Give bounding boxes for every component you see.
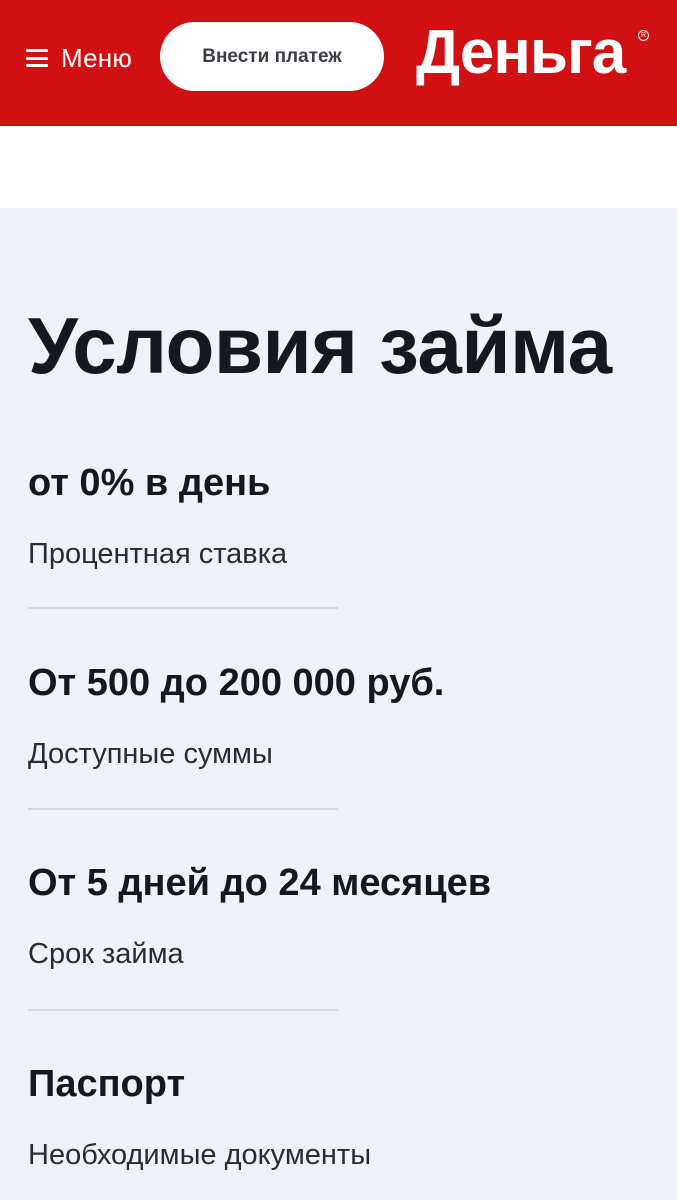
term-divider (28, 808, 338, 810)
hamburger-icon (26, 49, 48, 67)
term-divider (28, 1009, 338, 1011)
site-header: Меню Внести платеж Деньга R (0, 0, 677, 126)
term-documents: Паспорт Необходимые документы (28, 1061, 648, 1173)
term-caption: Доступные суммы (28, 738, 273, 770)
menu-button[interactable]: Меню (26, 40, 132, 76)
term-value: От 5 дней до 24 месяцев (28, 862, 492, 904)
section-title: Условия займа (28, 301, 612, 390)
term-caption: Срок займа (28, 938, 184, 970)
make-payment-button[interactable]: Внести платеж (160, 22, 384, 91)
term-amounts: От 500 до 200 000 руб. Доступные суммы (28, 660, 648, 772)
registered-mark-icon: R (638, 30, 649, 41)
term-interest-rate: от 0% в день Процентная ставка (28, 460, 648, 572)
term-divider (28, 607, 338, 609)
term-caption: Необходимые документы (28, 1139, 372, 1171)
term-caption: Процентная ставка (28, 538, 288, 570)
term-value: от 0% в день (28, 462, 271, 504)
loan-conditions-section: Условия займа от 0% в день Процентная ст… (0, 208, 677, 1200)
term-duration: От 5 дней до 24 месяцев Срок займа (28, 860, 648, 972)
menu-label: Меню (61, 42, 133, 73)
term-value: От 500 до 200 000 руб. (28, 662, 445, 704)
term-value: Паспорт (28, 1063, 186, 1105)
brand-logo[interactable]: Деньга (416, 14, 626, 92)
